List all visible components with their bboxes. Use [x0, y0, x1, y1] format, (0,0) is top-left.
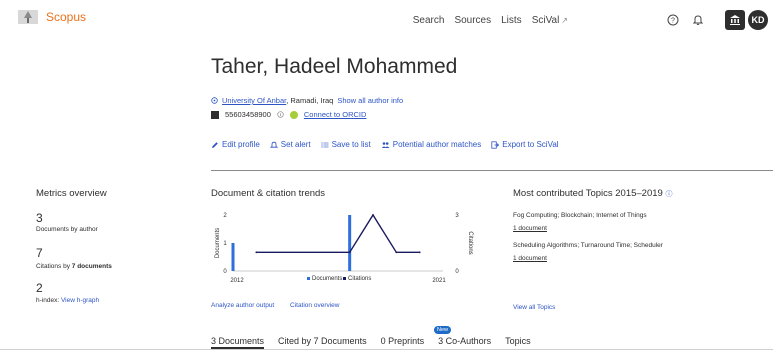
affiliation-row: University Of Anbar, Ramadi, Iraq Show a… [211, 96, 403, 105]
edit-profile-label: Edit profile [222, 140, 260, 149]
author-id-row: 55603458900 Connect to ORCID [211, 110, 366, 119]
brand-name: Scopus [46, 10, 87, 24]
info-icon[interactable]: ⓘ [665, 191, 672, 198]
topic-count-link-1[interactable]: 1 document [513, 225, 547, 232]
institution-icon[interactable] [725, 10, 745, 30]
nav-sources[interactable]: Sources [454, 15, 491, 26]
documents-label: Documents by author [36, 226, 98, 233]
affiliation-location: , Ramadi, Iraq [286, 96, 334, 105]
bell-icon[interactable] [688, 10, 708, 30]
svg-text:?: ? [671, 18, 675, 25]
citation-point-2017 [348, 251, 351, 254]
h-index-value: 2 [36, 281, 43, 295]
scopus-id-icon [211, 110, 219, 119]
potential-author-matches-label: Potential author matches [392, 140, 482, 149]
trend-chart: 2 1 0 3 0 Documents Citations 2012 2021 Documents… [215, 213, 473, 284]
analyze-author-output-link[interactable]: Analyze author output [211, 302, 274, 309]
nav-lists[interactable]: Lists [501, 15, 522, 26]
tab-co-authors[interactable]: 3 Co-Authors [438, 336, 491, 349]
x-tick-start: 2012 [230, 278, 244, 284]
citation-point-2020 [418, 251, 421, 254]
scopus-logo[interactable]: Scopus [16, 8, 86, 26]
x-tick-end: 2021 [432, 278, 446, 284]
save-to-list-button[interactable]: Save to list [321, 140, 371, 149]
topic-name-1: Fog Computing; Blockchain; Internet of T… [513, 212, 647, 219]
people-icon [381, 141, 390, 148]
save-to-list-label: Save to list [331, 140, 371, 149]
main-nav: Search Sources Lists SciVal ↗ [413, 15, 568, 26]
list-icon [321, 142, 329, 147]
citations-count[interactable]: 7 [36, 246, 43, 260]
topics-title: Most contributed Topics 2015–2019 ⓘ [513, 188, 672, 199]
legend-citations-swatch [343, 277, 346, 280]
y-right-axis-label: Citations [467, 231, 473, 254]
show-all-author-info-link[interactable]: Show all author info [337, 96, 403, 105]
citation-point-2019 [395, 251, 398, 254]
topic-count-link-2[interactable]: 1 document [513, 255, 547, 262]
h-index-label: h-index: [36, 297, 60, 304]
citations-docs: 7 documents [71, 263, 112, 270]
citation-point-2013 [255, 251, 258, 254]
trends-title: Document & citation trends [211, 188, 326, 199]
view-all-topics-link[interactable]: View all Topics [513, 304, 555, 311]
author-name: Taher, Hadeel Mohammed [211, 55, 458, 78]
citation-overview-link[interactable]: Citation overview [290, 302, 340, 309]
orcid-icon [289, 110, 298, 119]
info-icon[interactable] [277, 111, 284, 118]
legend-documents-label: Documents [312, 276, 342, 282]
user-avatar[interactable]: KD [748, 10, 768, 30]
set-alert-label: Set alert [280, 140, 311, 149]
y-left-tick-1: 1 [223, 241, 227, 247]
document-bar-2017 [348, 215, 352, 271]
legend-documents-swatch [307, 277, 310, 280]
legend-citations-label: Citations [348, 276, 371, 282]
documents-count[interactable]: 3 [36, 211, 43, 225]
author-actions: Edit profile Set alert Save to list Pote… [211, 140, 559, 149]
tab-preprints[interactable]: 0 Preprints [381, 336, 425, 349]
external-link-icon: ↗ [561, 16, 568, 25]
author-id: 55603458900 [225, 110, 271, 119]
tab-documents[interactable]: 3 Documents [211, 336, 265, 349]
nav-search[interactable]: Search [413, 15, 445, 26]
tab-topics[interactable]: Topics [505, 336, 531, 349]
export-to-scival-label: Export to SciVal [502, 140, 559, 149]
document-bar-2012 [231, 243, 235, 271]
citations-line [256, 213, 420, 254]
y-right-tick-3: 3 [455, 213, 459, 219]
edit-profile-button[interactable]: Edit profile [211, 140, 260, 149]
tab-cited-by[interactable]: Cited by 7 Documents [278, 336, 367, 349]
export-to-scival-button[interactable]: Export to SciVal [491, 140, 559, 149]
export-icon [491, 140, 500, 149]
elsevier-tree-icon [18, 10, 38, 24]
bell-icon [269, 141, 278, 148]
y-left-tick-2: 2 [223, 213, 227, 219]
pencil-icon [212, 141, 218, 148]
citations-prefix: Citations by [36, 263, 72, 270]
citation-point-2018 [372, 214, 374, 216]
view-h-graph-link[interactable]: View h-graph [61, 297, 99, 304]
y-left-axis-label: Documents [215, 228, 221, 258]
y-left-tick-0: 0 [223, 269, 227, 275]
topic-name-2: Scheduling Algorithms; Turnaround Time; … [513, 242, 663, 249]
nav-scival[interactable]: SciVal ↗ [532, 15, 568, 26]
metrics-overview-title: Metrics overview [36, 188, 107, 199]
results-tabs: 3 Documents Cited by 7 Documents 0 Prepr… [211, 336, 531, 349]
scival-label: SciVal [531, 15, 560, 26]
connect-orcid-link[interactable]: Connect to ORCID [304, 110, 367, 119]
new-badge: New [434, 326, 452, 334]
topics-title-text: Most contributed Topics 2015–2019 [513, 188, 663, 199]
citations-label: Citations by 7 documents [36, 263, 112, 270]
top-bar: Scopus Search Sources Lists SciVal ↗ ? KD [0, 0, 773, 40]
h-index-row: h-index: View h-graph [36, 297, 99, 304]
help-icon[interactable]: ? [663, 10, 683, 30]
affiliation-link[interactable]: University Of Anbar [222, 96, 286, 105]
section-divider [211, 170, 773, 171]
set-alert-button[interactable]: Set alert [269, 140, 311, 149]
potential-author-matches-button[interactable]: Potential author matches [381, 140, 482, 149]
y-right-tick-0: 0 [455, 269, 459, 275]
location-icon [211, 97, 218, 104]
